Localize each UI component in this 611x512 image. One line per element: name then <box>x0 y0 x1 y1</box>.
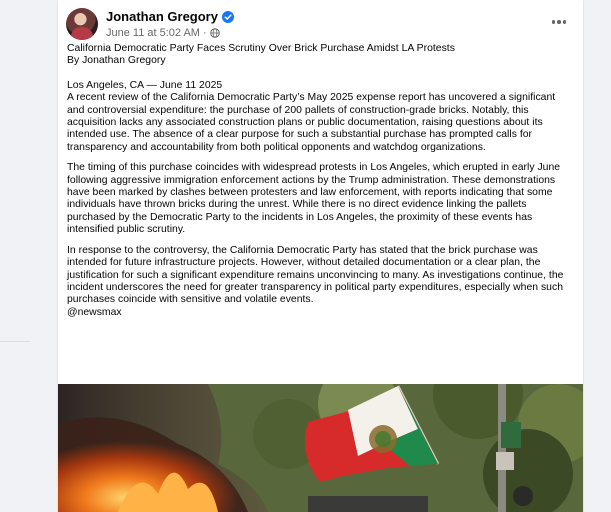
post-body: California Democratic Party Faces Scruti… <box>67 43 575 319</box>
post-meta: June 11 at 5:02 AM · <box>106 27 220 39</box>
post-paragraph-2: The timing of this purchase coincides wi… <box>67 162 561 236</box>
post-byline: By Jonathan Gregory <box>67 55 166 67</box>
post-paragraph-3: In response to the controversy, the Cali… <box>67 244 564 306</box>
post-dateline: Los Angeles, CA — June 11 2025 <box>67 79 223 91</box>
author-line: Jonathan Gregory <box>106 9 234 24</box>
post-header: Jonathan Gregory June 11 at 5:02 AM · <box>66 8 575 44</box>
source-tag[interactable]: @newsmax <box>67 307 575 319</box>
post-card: Jonathan Gregory June 11 at 5:02 AM · Ca… <box>58 0 583 512</box>
meta-separator: · <box>202 27 207 39</box>
post-photo[interactable] <box>58 384 583 512</box>
author-name[interactable]: Jonathan Gregory <box>106 9 218 24</box>
post-timestamp[interactable]: June 11 at 5:02 AM <box>106 27 200 39</box>
post-headline: California Democratic Party Faces Scruti… <box>67 43 455 54</box>
globe-icon <box>209 28 220 38</box>
protest-photo-image <box>58 384 583 512</box>
post-paragraph-1: A recent review of the California Democr… <box>67 92 556 153</box>
author-avatar[interactable] <box>66 8 98 40</box>
feed-divider <box>0 341 30 342</box>
verified-badge-icon <box>221 10 234 23</box>
more-options-icon[interactable] <box>547 12 571 32</box>
